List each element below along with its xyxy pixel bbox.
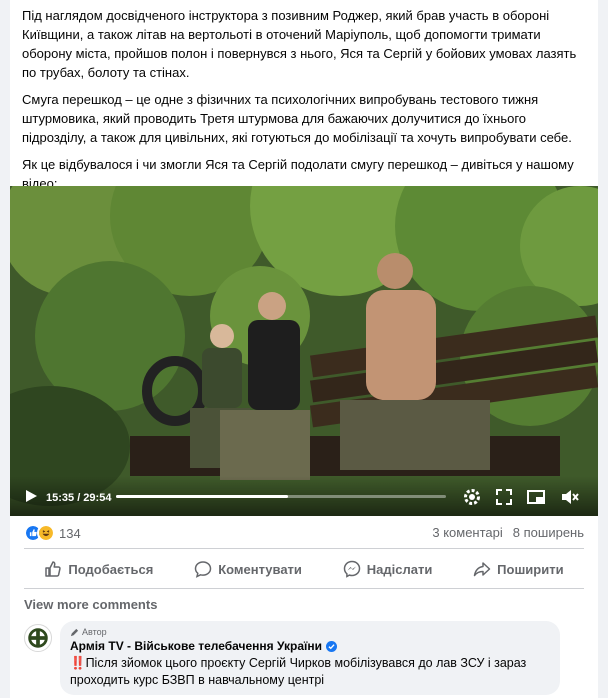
comment-author-name[interactable]: Армія TV - Військове телебачення України (70, 639, 322, 653)
share-label: Поширити (497, 561, 564, 577)
comment-author[interactable]: Армія TV - Військове телебачення України (70, 639, 550, 653)
comment-icon (194, 561, 212, 578)
comment-label: Коментувати (218, 561, 302, 577)
picture-in-picture-icon[interactable] (526, 487, 546, 507)
comment-bubble: Автор Армія TV - Військове телебачення У… (60, 621, 560, 695)
haha-icon (37, 524, 55, 542)
reactions-summary[interactable]: 134 (24, 522, 81, 544)
comment-button[interactable]: Коментувати (194, 560, 302, 578)
comments-count[interactable]: 3 коментарі (432, 525, 502, 540)
thumbs-up-icon (45, 561, 62, 577)
video-player[interactable]: 15:35 / 29:54 (10, 186, 598, 516)
share-icon (473, 562, 491, 577)
post-actions: Подобається Коментувати Надіслати Пошири… (24, 552, 584, 586)
post-card: Під наглядом досвідченого інструктора з … (10, 0, 598, 698)
video-progress-bar[interactable] (116, 495, 446, 498)
shares-count[interactable]: 8 поширень (513, 525, 584, 540)
avatar[interactable] (24, 624, 52, 652)
verified-badge-icon (326, 640, 338, 652)
send-button[interactable]: Надіслати (343, 560, 433, 578)
post-paragraph-1: Під наглядом досвідченого інструктора з … (22, 8, 577, 80)
send-label: Надіслати (366, 561, 433, 577)
divider (24, 548, 584, 549)
like-label: Подобається (68, 561, 154, 577)
post-stats: 3 коментарі 8 поширень (432, 525, 584, 540)
video-progress-fill (116, 495, 288, 498)
video-controls: 15:35 / 29:54 (10, 476, 598, 516)
messenger-icon (343, 560, 361, 578)
author-badge: Автор (70, 627, 550, 637)
video-time: 15:35 / 29:54 (46, 492, 112, 504)
comment-text: ‼️Після зйомок цього проєкту Сергій Чирк… (70, 656, 527, 687)
view-more-comments-link[interactable]: View more comments (24, 597, 157, 612)
share-button[interactable]: Поширити (473, 560, 564, 578)
volume-icon[interactable] (560, 487, 580, 507)
settings-icon[interactable] (462, 487, 482, 507)
post-paragraph-2: Смуга перешкод – це одне з фізичних та п… (22, 92, 572, 145)
pencil-icon (70, 628, 79, 636)
reaction-count: 134 (59, 525, 81, 541)
video-frame (10, 186, 598, 516)
fullscreen-icon[interactable] (494, 487, 514, 507)
author-badge-label: Автор (82, 627, 107, 637)
like-button[interactable]: Подобається (44, 560, 153, 578)
divider (24, 588, 584, 589)
post-text: Під наглядом досвідченого інструктора з … (22, 6, 582, 201)
play-icon[interactable] (24, 489, 38, 503)
